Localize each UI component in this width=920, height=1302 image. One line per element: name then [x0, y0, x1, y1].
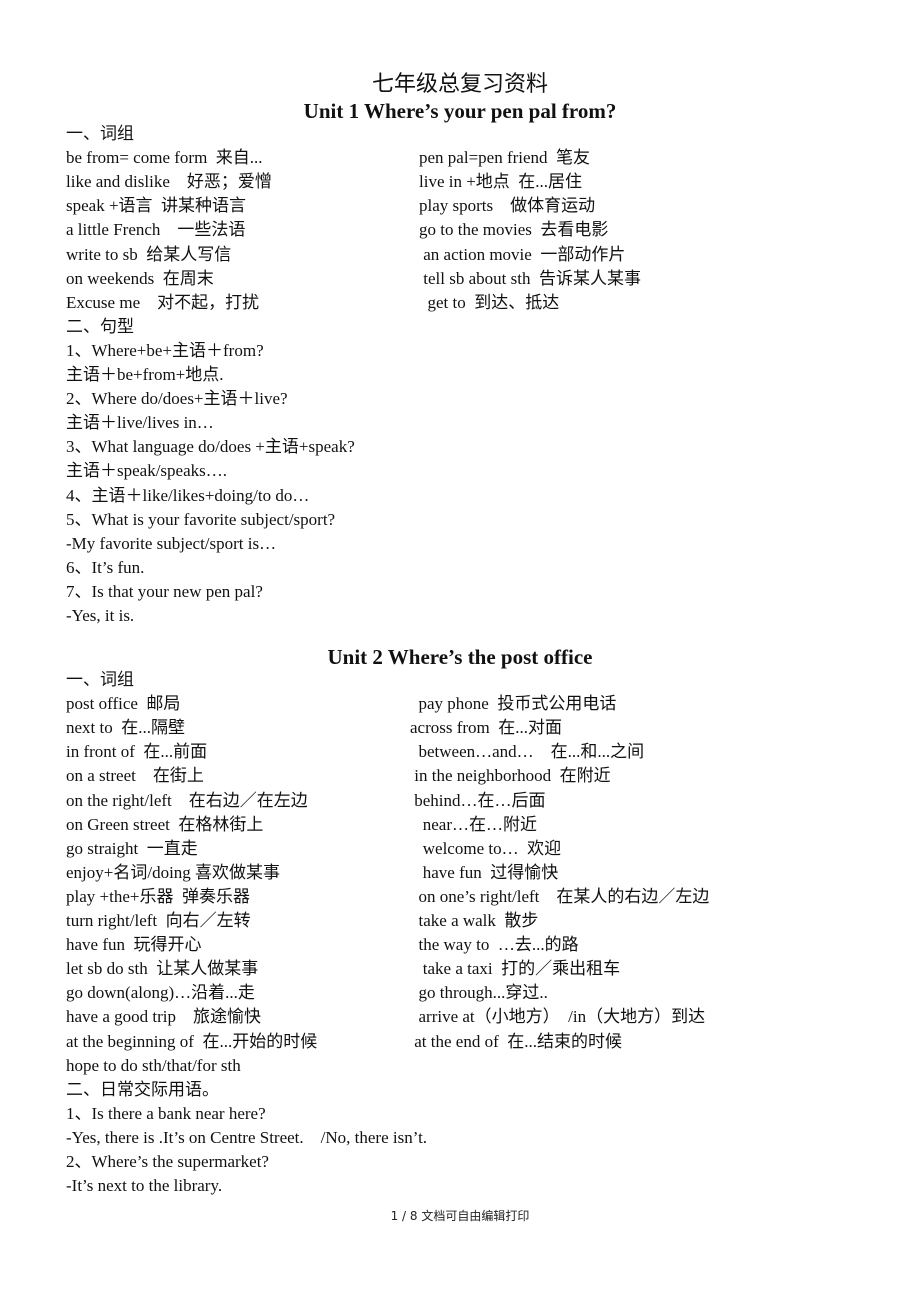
sentence-line: 2、Where do/does+主语＋live? [66, 389, 288, 409]
phrase-right: get to 到达、抵达 [419, 292, 560, 312]
phrase-left: be from= come form 来自... [66, 148, 263, 168]
phrase-left: next to 在...隔壁 [66, 718, 185, 738]
phrase-right: take a walk 散步 [410, 911, 539, 930]
phrase-left: a little French 一些法语 [66, 220, 246, 240]
phrase-left: hope to do sth/that/for sth [66, 1055, 241, 1075]
phrase-left: post office 邮局 [66, 694, 181, 714]
sentence-line: 4、主语＋like/likes+doing/to do… [66, 485, 310, 505]
sentence-line: 7、Is that your new pen pal? [66, 581, 263, 601]
phrase-left: enjoy+名词/doing 喜欢做某事 [66, 862, 281, 882]
phrase-right: near…在…附近 [410, 814, 538, 834]
phrase-left: Excuse me 对不起，打扰 [66, 292, 260, 312]
unit1-title: Unit 1 Where’s your pen pal from? [303, 99, 617, 123]
phrase-right: between…and… 在...和...之间 [410, 742, 645, 762]
section-heading: 一、词组 [66, 124, 134, 143]
sentence-line: 6、It’s fun. [66, 557, 145, 577]
sentence-line: 主语＋speak/speaks…. [66, 461, 228, 481]
sentence-line: -It’s next to the library. [66, 1176, 223, 1196]
sentence-line: 1、Where+be+主语＋from? [66, 340, 264, 360]
phrase-right: behind…在…后面 [410, 790, 546, 810]
phrase-left: write to sb 给某人写信 [66, 244, 232, 264]
phrase-right: arrive at（小地方） /in（大地方）到达 [410, 1007, 706, 1027]
phrase-right: at the end of 在...结束的时候 [410, 1031, 622, 1051]
sentence-line: 1、Is there a bank near here? [66, 1103, 266, 1123]
sentence-line: 3、What language do/does +主语+speak? [66, 437, 355, 457]
phrase-left: turn right/left 向右／左转 [66, 911, 251, 930]
phrase-right: welcome to… 欢迎 [410, 838, 562, 858]
phrase-left: like and dislike 好恶；爱憎 [66, 172, 272, 192]
phrase-right: pay phone 投币式公用电话 [410, 694, 617, 714]
phrase-right: take a taxi 打的／乘出租车 [410, 959, 621, 979]
page-footer: 1 / 8 文档可自由编辑打印 [390, 1209, 530, 1223]
phrase-left: have a good trip 旅途愉快 [66, 1007, 261, 1027]
phrase-right: play sports 做体育运动 [419, 196, 596, 216]
phrase-left: go down(along)…沿着...走 [66, 983, 255, 1003]
phrase-right: the way to …去...的路 [410, 935, 579, 955]
phrase-left: on the right/left 在右边／在左边 [66, 790, 308, 810]
sentence-line: 5、What is your favorite subject/sport? [66, 509, 336, 529]
phrase-right: live in +地点 在...居住 [419, 172, 583, 192]
sentence-line: -My favorite subject/sport is… [66, 533, 277, 553]
document-page: 七年级总复习资料 Unit 1 Where’s your pen pal fro… [0, 0, 920, 1302]
phrase-left: go straight 一直走 [66, 838, 198, 858]
phrase-right: go through...穿过.. [410, 983, 548, 1003]
phrase-right: across from 在...对面 [410, 718, 563, 738]
phrase-left: on a street 在街上 [66, 766, 204, 786]
sentence-line: -Yes, it is. [66, 606, 135, 625]
phrase-left: at the beginning of 在...开始的时候 [66, 1031, 318, 1051]
phrase-right: in the neighborhood 在附近 [410, 766, 611, 786]
phrase-left: have fun 玩得开心 [66, 935, 202, 955]
phrase-left: in front of 在...前面 [66, 742, 208, 762]
sentence-line: 2、Where’s the supermarket? [66, 1152, 269, 1171]
phrase-left: play +the+乐器 弹奏乐器 [66, 886, 250, 906]
phrase-right: tell sb about sth 告诉某人某事 [419, 268, 641, 288]
document-title: 七年级总复习资料 [371, 72, 548, 97]
phrase-left: on Green street 在格林街上 [66, 814, 264, 834]
phrase-left: speak +语言 讲某种语言 [66, 196, 247, 216]
phrase-right: pen pal=pen friend 笔友 [419, 148, 591, 168]
phrase-left: let sb do sth 让某人做某事 [66, 959, 259, 979]
section-heading: 二、句型 [66, 316, 134, 336]
phrase-left: on weekends 在周末 [66, 268, 214, 288]
phrase-right: on one’s right/left 在某人的右边／左边 [410, 886, 710, 906]
unit2-title: Unit 2 Where’s the post office [327, 645, 593, 669]
section-heading: 一、词组 [66, 670, 134, 689]
sentence-line: -Yes, there is .It’s on Centre Street. /… [66, 1127, 428, 1147]
phrase-right: an action movie 一部动作片 [419, 244, 626, 264]
phrase-right: have fun 过得愉快 [410, 862, 559, 882]
section-heading: 二、日常交际用语。 [66, 1079, 219, 1099]
sentence-line: 主语＋live/lives in… [66, 413, 214, 433]
phrase-right: go to the movies 去看电影 [419, 220, 609, 240]
sentence-line: 主语＋be+from+地点. [66, 365, 224, 384]
